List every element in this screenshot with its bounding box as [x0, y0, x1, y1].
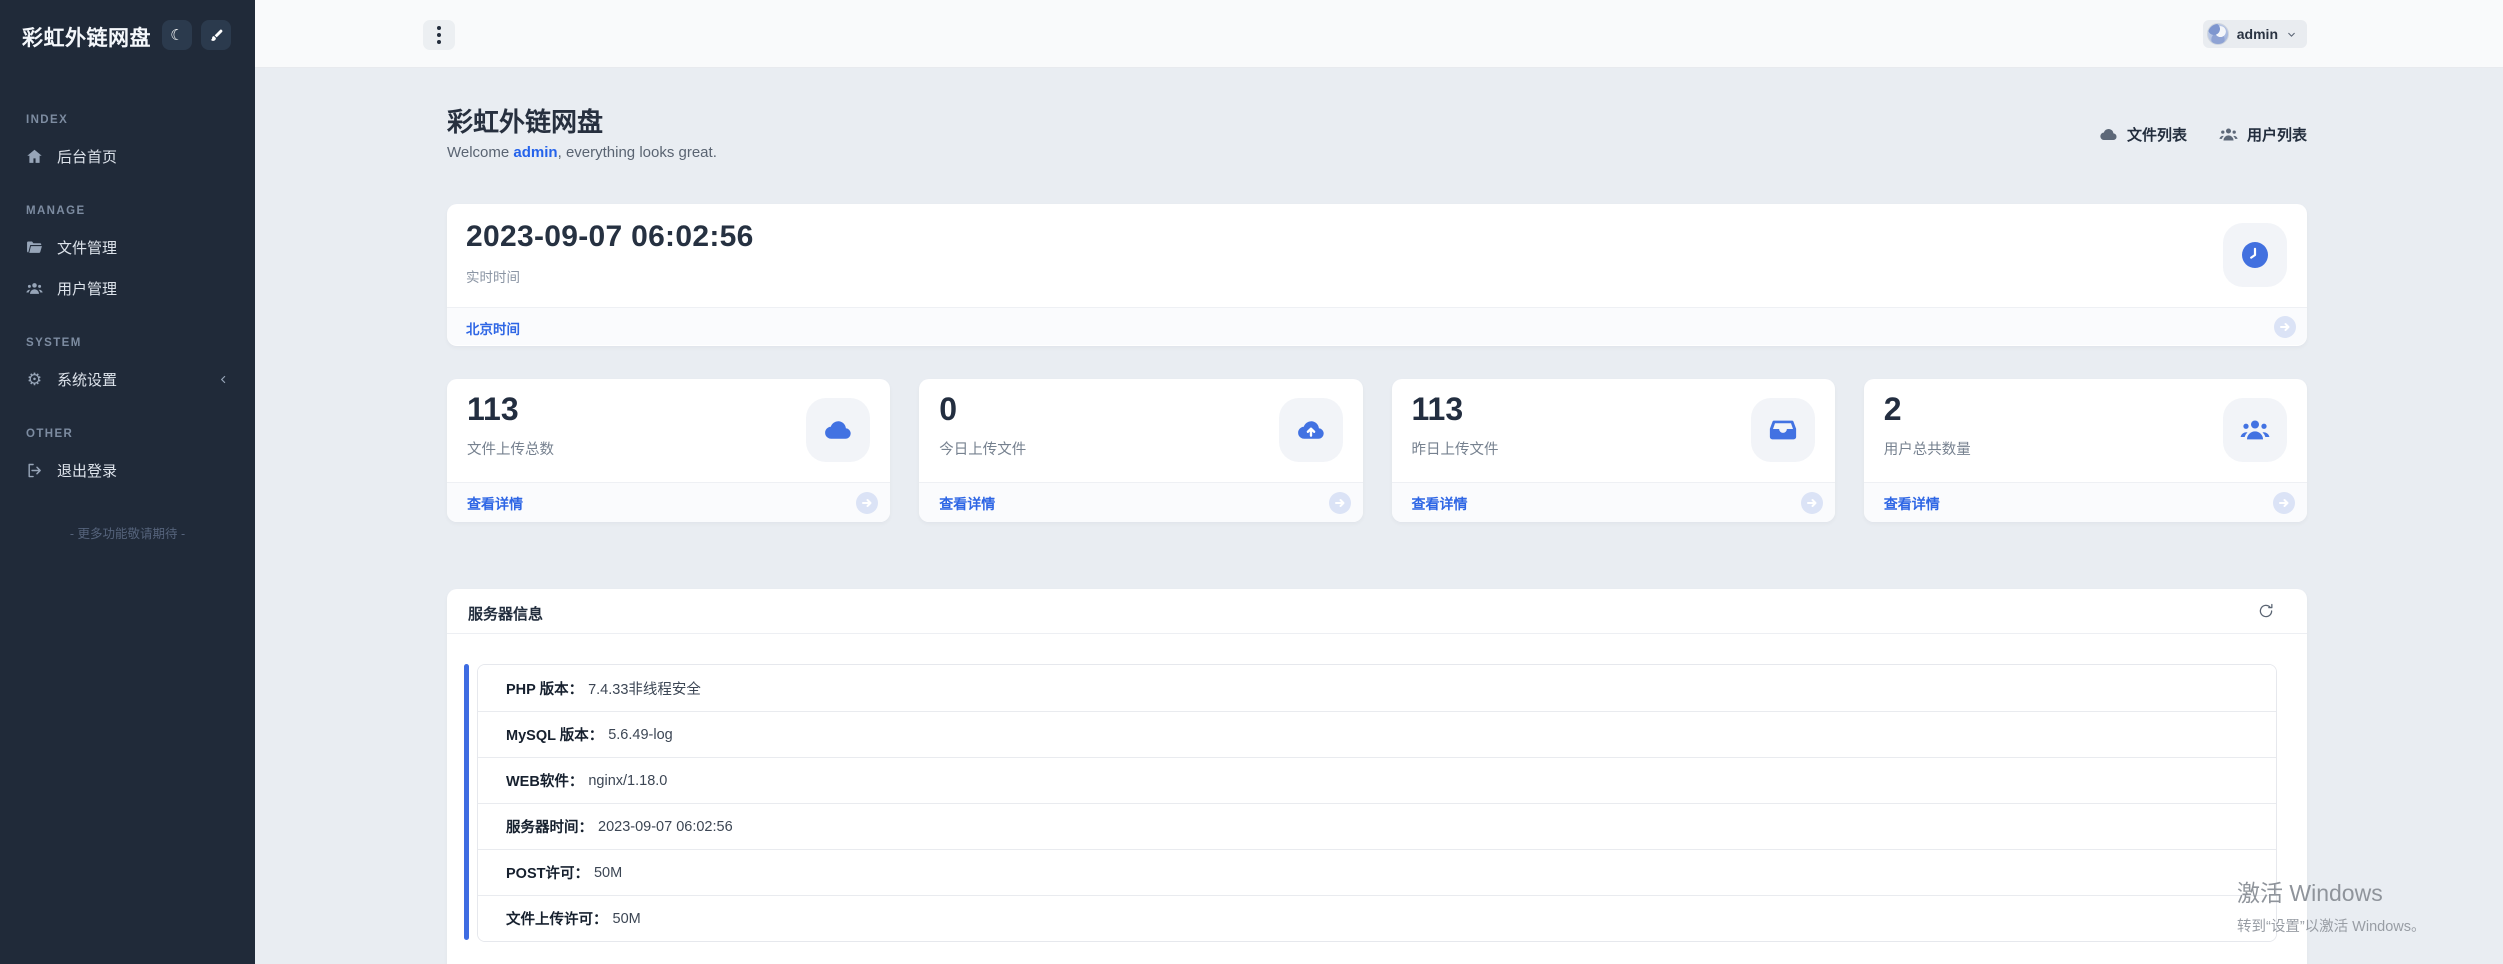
welcome-user-link[interactable]: admin: [513, 144, 557, 161]
server-row-mysql: MySQL 版本：5.6.49-log: [478, 711, 2276, 757]
theme-button[interactable]: [201, 20, 231, 50]
cloud-icon: [2099, 125, 2118, 144]
sidebar-item-label: 文件管理: [57, 237, 117, 258]
gear-icon: ⚙: [26, 371, 43, 388]
nav-section-label: MANAGE: [26, 205, 229, 217]
clock-card: 2023-09-07 06:02:56 实时时间 北京时间: [447, 204, 2307, 346]
nav-section-index: INDEX 后台首页: [26, 114, 229, 167]
beijing-time-link[interactable]: 北京时间: [466, 318, 520, 338]
arrow-right-icon[interactable]: [2273, 492, 2295, 514]
server-info-title: 服务器信息: [468, 603, 543, 624]
nav-section-label: OTHER: [26, 428, 229, 440]
nav-section-label: INDEX: [26, 114, 229, 126]
chevron-down-icon: [2286, 29, 2297, 40]
nav-section-system: SYSTEM ⚙ 系统设置: [26, 337, 229, 390]
refresh-icon: [2257, 602, 2275, 620]
sidebar-item-label: 系统设置: [57, 369, 117, 390]
users-icon: [26, 280, 43, 297]
clock-label: 实时时间: [466, 266, 520, 286]
stat-card-yesterday-uploads: 113 昨日上传文件 查看详情: [1392, 379, 1835, 522]
server-row-upload: 文件上传许可：50M: [478, 895, 2276, 941]
server-info-list: PHP 版本：7.4.33非线程安全 MySQL 版本：5.6.49-log W…: [477, 664, 2277, 942]
sidebar-item-label: 用户管理: [57, 278, 117, 299]
arrow-right-icon[interactable]: [2274, 316, 2296, 338]
sidebar-item-system-settings[interactable]: ⚙ 系统设置: [26, 368, 229, 390]
sidebar-item-label: 后台首页: [57, 146, 117, 167]
nav-section-manage: MANAGE 文件管理 用户管理: [26, 205, 229, 299]
cloud-upload-icon: [1296, 415, 1326, 445]
sidebar-item-dashboard[interactable]: 后台首页: [26, 145, 229, 167]
welcome-text: Welcome admin, everything looks great.: [447, 144, 717, 161]
sidebar-brand-row: 彩虹外链网盘 ☾: [0, 0, 255, 70]
brand-title: 彩虹外链网盘: [22, 22, 151, 52]
sidebar-footer-note: - 更多功能敬请期待 -: [0, 523, 255, 542]
chevron-left-icon: [218, 374, 229, 385]
sidebar: 彩虹外链网盘 ☾ INDEX 后台首页 MANAGE 文件管理: [0, 0, 255, 964]
arrow-right-icon[interactable]: [1801, 492, 1823, 514]
sidebar-item-logout[interactable]: 退出登录: [26, 459, 229, 481]
clock-icon: [2242, 242, 2268, 268]
topbar: admin: [255, 0, 2503, 68]
sidebar-item-label: 退出登录: [57, 460, 117, 481]
main-content: 彩虹外链网盘 Welcome admin, everything looks g…: [255, 68, 2503, 964]
users-icon: [2240, 415, 2270, 445]
logout-icon: [26, 462, 43, 479]
view-details-link[interactable]: 查看详情: [467, 494, 523, 514]
folder-icon: [26, 239, 43, 256]
user-menu[interactable]: admin: [2203, 20, 2307, 48]
sidebar-nav: INDEX 后台首页 MANAGE 文件管理 用户管理 SYSTEM: [0, 114, 255, 481]
file-list-button[interactable]: 文件列表: [2099, 124, 2187, 145]
kebab-icon: [437, 26, 441, 30]
home-icon: [26, 148, 43, 165]
server-row-time: 服务器时间：2023-09-07 06:02:56: [478, 803, 2276, 849]
moon-icon: ☾: [170, 26, 183, 44]
stat-label: 今日上传文件: [939, 438, 1026, 459]
menu-kebab-button[interactable]: [423, 20, 455, 50]
server-row-php: PHP 版本：7.4.33非线程安全: [478, 665, 2276, 711]
view-details-link[interactable]: 查看详情: [1412, 494, 1468, 514]
stat-value: 113: [1412, 391, 1464, 428]
sidebar-item-file-manage[interactable]: 文件管理: [26, 236, 229, 258]
stat-label: 昨日上传文件: [1412, 438, 1499, 459]
stat-label: 文件上传总数: [467, 438, 554, 459]
avatar: [2207, 23, 2229, 45]
cloud-icon: [823, 415, 853, 445]
user-list-button[interactable]: 用户列表: [2219, 124, 2307, 145]
stat-label: 用户总共数量: [1884, 438, 1971, 459]
page-title: 彩虹外链网盘: [447, 102, 603, 139]
arrow-right-icon[interactable]: [1329, 492, 1351, 514]
server-info-card: 服务器信息 PHP 版本：7.4.33非线程安全 MySQL 版本：5.6.49…: [447, 589, 2307, 964]
users-icon: [2219, 125, 2238, 144]
arrow-right-icon[interactable]: [856, 492, 878, 514]
dark-mode-button[interactable]: ☾: [162, 20, 192, 50]
app-root: 彩虹外链网盘 ☾ INDEX 后台首页 MANAGE 文件管理: [0, 0, 2503, 964]
inbox-icon: [1768, 415, 1798, 445]
server-row-web: WEB软件：nginx/1.18.0: [478, 757, 2276, 803]
server-row-post: POST许可：50M: [478, 849, 2276, 895]
stat-value: 113: [467, 391, 519, 428]
stat-card-today-uploads: 0 今日上传文件 查看详情: [919, 379, 1362, 522]
nav-section-label: SYSTEM: [26, 337, 229, 349]
stat-value: 2: [1884, 391, 1902, 428]
user-name: admin: [2237, 26, 2278, 42]
accent-bar: [464, 664, 469, 940]
view-details-link[interactable]: 查看详情: [1884, 494, 1940, 514]
refresh-button[interactable]: [2255, 601, 2277, 623]
realtime-clock: 2023-09-07 06:02:56: [466, 220, 754, 254]
brush-icon: [209, 28, 224, 43]
stat-cards-row: 113 文件上传总数 查看详情 0 今日上传文件 查看详情: [447, 379, 2307, 522]
stat-value: 0: [939, 391, 957, 428]
quick-links: 文件列表 用户列表: [2099, 124, 2307, 145]
sidebar-item-user-manage[interactable]: 用户管理: [26, 277, 229, 299]
stat-card-total-users: 2 用户总共数量 查看详情: [1864, 379, 2307, 522]
nav-section-other: OTHER 退出登录: [26, 428, 229, 481]
clock-icon-container: [2223, 223, 2287, 287]
stat-card-total-uploads: 113 文件上传总数 查看详情: [447, 379, 890, 522]
view-details-link[interactable]: 查看详情: [939, 494, 995, 514]
